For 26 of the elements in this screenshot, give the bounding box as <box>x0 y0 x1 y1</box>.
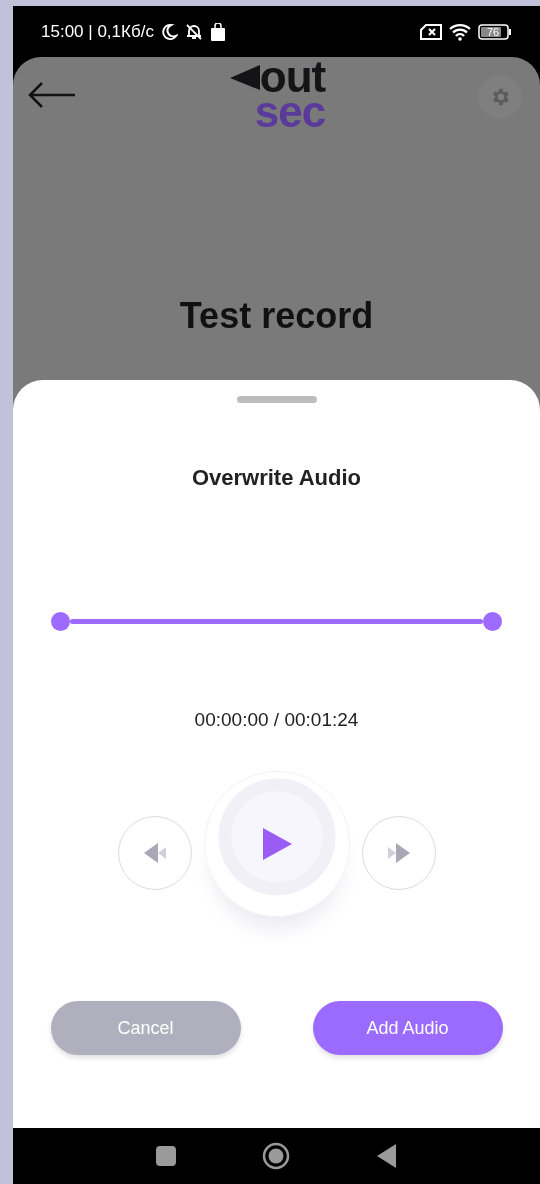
add-audio-button[interactable]: Add Audio <box>312 1001 503 1055</box>
slider-thumb[interactable] <box>483 612 502 631</box>
wifi-icon <box>448 22 472 41</box>
battery-level: 76 <box>486 25 500 38</box>
back-arrow-icon[interactable] <box>27 81 77 109</box>
home-icon[interactable] <box>262 1142 291 1170</box>
slider-track[interactable] <box>70 619 483 624</box>
range-slider[interactable] <box>51 612 502 631</box>
sim-card-icon <box>420 23 442 40</box>
record-title: Test record <box>179 295 374 337</box>
status-text: 15:00 | 0,1Кб/с <box>41 21 154 42</box>
back-icon[interactable] <box>376 1144 397 1168</box>
fast-forward-icon <box>387 843 410 863</box>
recents-icon[interactable] <box>156 1146 177 1166</box>
sheet-title: Overwrite Audio <box>191 465 362 491</box>
rewind-icon <box>143 843 166 863</box>
logo-drop-icon <box>229 63 260 90</box>
playback-time: 00:00:00 / 00:01:24 <box>194 709 359 731</box>
bag-icon <box>209 22 226 41</box>
play-icon <box>261 828 292 860</box>
logo: out sec <box>229 59 326 130</box>
cancel-button[interactable]: Cancel <box>50 1001 241 1055</box>
drag-handle[interactable] <box>236 396 317 403</box>
moon-icon <box>159 22 178 41</box>
bell-off-icon <box>183 22 204 41</box>
slider-thumb[interactable] <box>51 612 70 631</box>
